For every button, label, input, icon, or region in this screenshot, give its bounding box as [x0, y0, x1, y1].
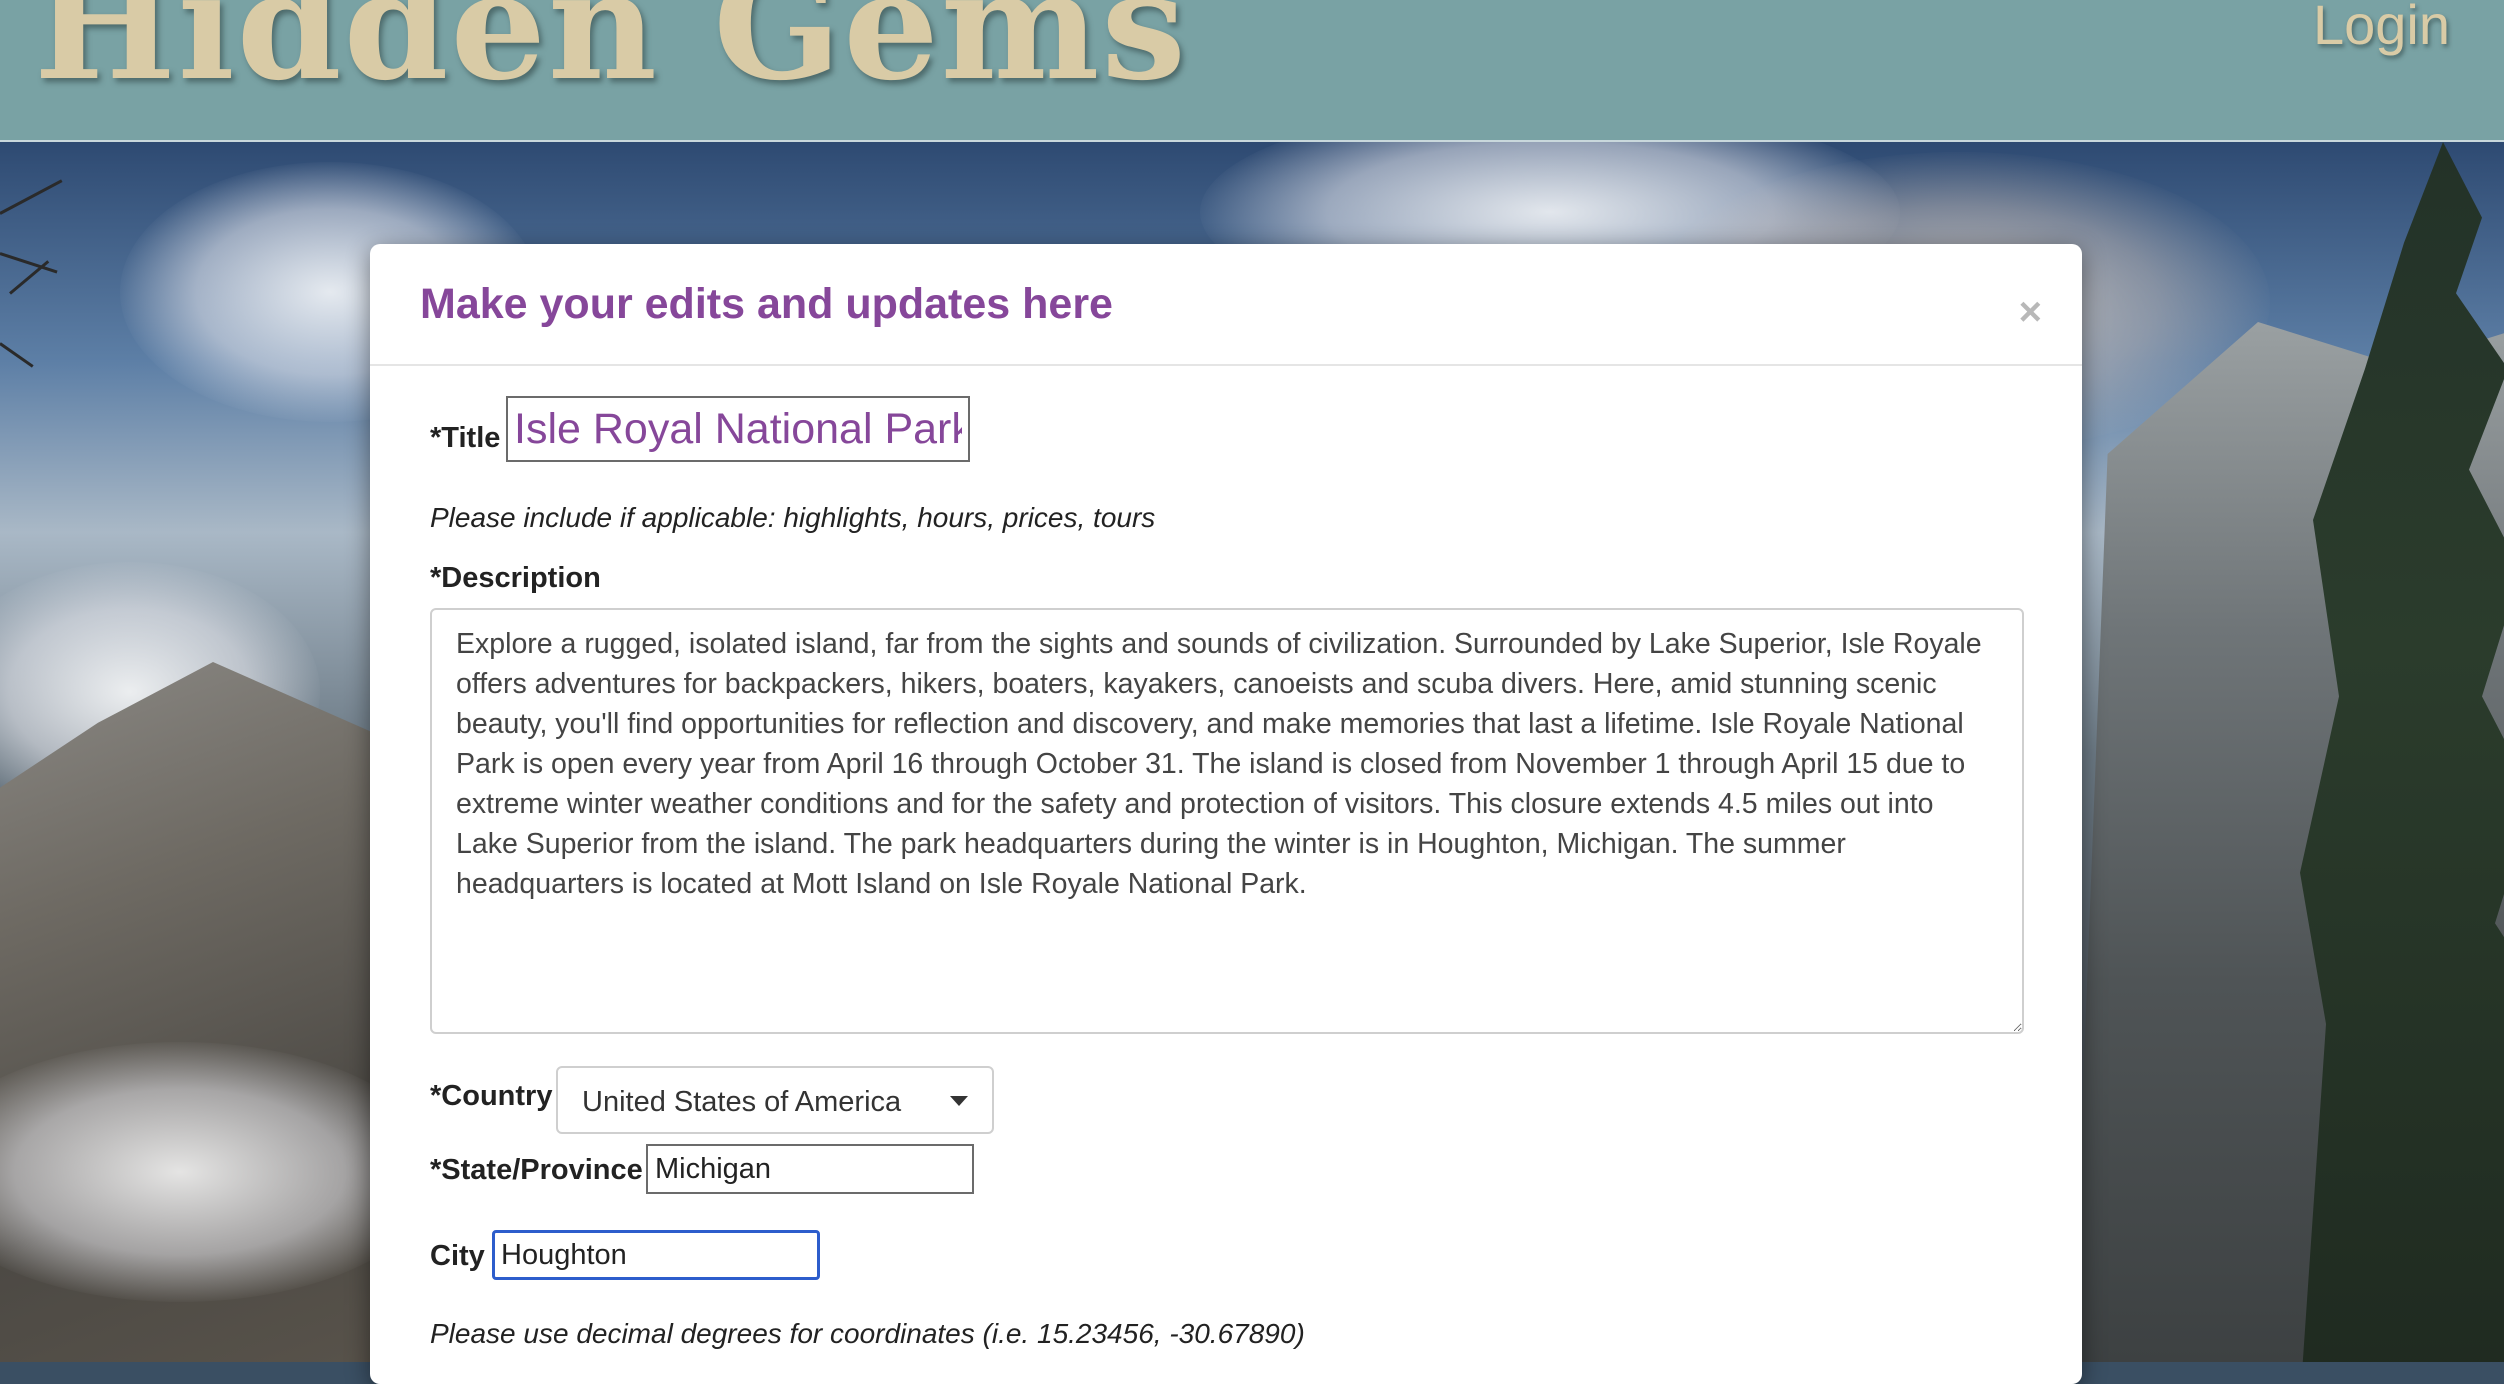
state-province-label: *State/Province: [430, 1154, 643, 1186]
edit-modal-dialog: Make your edits and updates here × *Titl…: [370, 244, 2082, 1384]
modal-header: Make your edits and updates here ×: [370, 244, 2082, 366]
modal-title: Make your edits and updates here: [420, 280, 1113, 328]
description-textarea[interactable]: Explore a rugged, isolated island, far f…: [430, 608, 2024, 1034]
country-select[interactable]: United States of America: [556, 1066, 994, 1134]
title-input[interactable]: [506, 396, 970, 462]
close-icon[interactable]: ×: [2019, 292, 2042, 332]
login-link[interactable]: Login: [2313, 0, 2450, 57]
city-label: City: [430, 1240, 485, 1272]
title-label: *Title: [430, 422, 501, 454]
caret-down-icon: [950, 1096, 968, 1106]
brand-logo-text[interactable]: Hidden Gems: [34, 0, 1188, 114]
country-selected-value: United States of America: [582, 1086, 902, 1118]
top-header-bar: Hidden Gems Login: [0, 0, 2504, 142]
country-label: *Country: [430, 1080, 553, 1112]
coordinates-hint-text: Please use decimal degrees for coordinat…: [430, 1318, 1305, 1349]
state-province-input[interactable]: [646, 1144, 974, 1194]
description-label: *Description: [430, 562, 601, 594]
description-hint-text: Please include if applicable: highlights…: [430, 502, 1156, 533]
city-input[interactable]: [492, 1230, 820, 1280]
